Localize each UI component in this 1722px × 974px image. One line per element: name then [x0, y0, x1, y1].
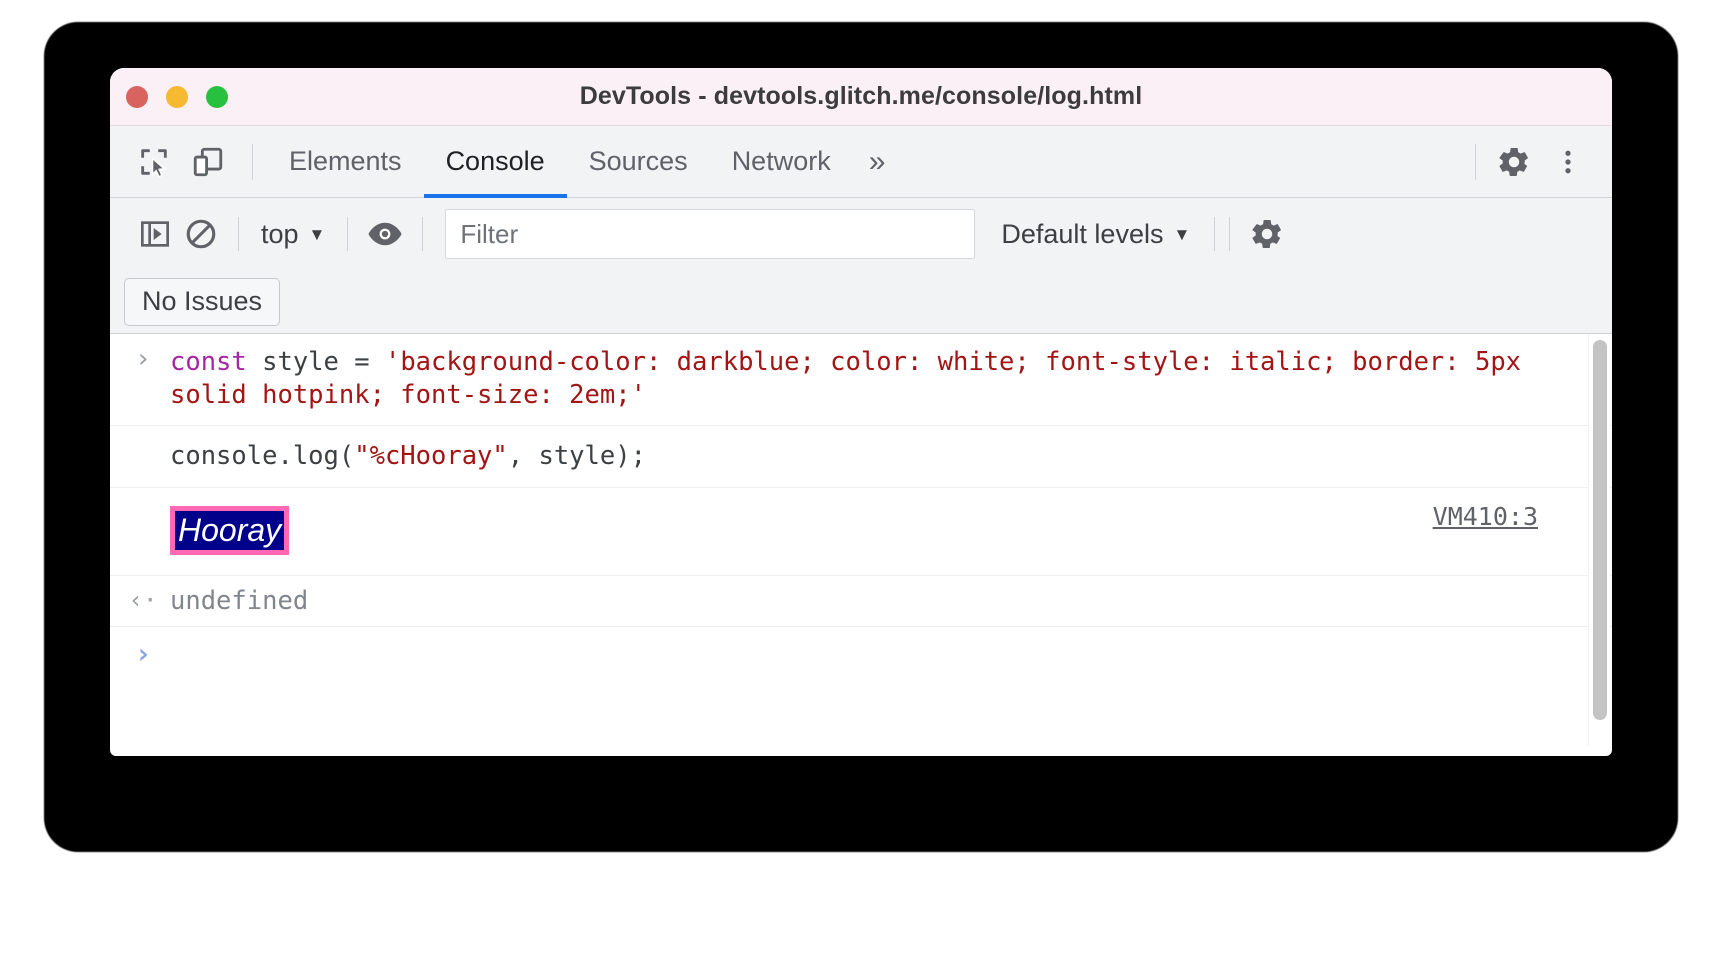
code-operator: = [354, 347, 385, 377]
input-prompt-icon: › [135, 344, 151, 374]
screenshot-root: DevTools - devtools.glitch.me/console/lo… [0, 0, 1722, 974]
source-link[interactable]: VM410:3 [1433, 502, 1538, 531]
traffic-lights [126, 85, 228, 108]
console-input-row[interactable]: › const style = 'background-color: darkb… [110, 334, 1612, 427]
console-filter-toolbar: top ▼ Default levels ▼ [110, 198, 1612, 270]
toolbar-right-group [1461, 138, 1598, 186]
code-format-string: "%cHooray" [354, 441, 508, 472]
title-bar: DevTools - devtools.glitch.me/console/lo… [110, 68, 1612, 126]
devtools-tab-bar: Elements Console Sources Network » [110, 126, 1612, 198]
code-call-end: , style); [507, 441, 646, 472]
log-levels-label: Default levels [1001, 218, 1164, 249]
chevron-down-icon: ▼ [1173, 224, 1191, 244]
panel-tabs: Elements Console Sources Network » [267, 126, 902, 198]
more-tabs-chevron-icon[interactable]: » [853, 126, 902, 197]
log-levels-select[interactable]: Default levels ▼ [1001, 219, 1190, 250]
clear-console-icon[interactable] [178, 211, 224, 257]
execution-context-label: top [261, 218, 299, 249]
tab-network-label: Network [731, 146, 831, 176]
filter-divider-5 [1229, 217, 1231, 251]
vertical-dots-icon[interactable] [1544, 138, 1592, 186]
gear-icon[interactable] [1490, 138, 1538, 186]
execution-context-select[interactable]: top ▼ [253, 219, 333, 250]
filter-input[interactable] [445, 209, 976, 259]
filter-divider-1 [238, 217, 239, 251]
console-input-code: const style = 'background-color: darkblu… [170, 346, 1612, 411]
code-keyword: const [170, 347, 263, 377]
no-issues-button[interactable]: No Issues [124, 277, 281, 326]
inspect-element-icon[interactable] [130, 138, 178, 186]
console-settings-gear-icon[interactable] [1244, 211, 1290, 257]
tab-network[interactable]: Network [710, 126, 853, 197]
window-title: DevTools - devtools.glitch.me/console/lo… [579, 82, 1143, 110]
tab-elements-label: Elements [289, 146, 402, 176]
minimize-button[interactable] [166, 85, 188, 108]
toolbar-divider-right [1475, 143, 1476, 180]
console-result-row[interactable]: ‹· undefined [110, 576, 1612, 627]
filter-divider-3 [422, 217, 424, 251]
tab-elements[interactable]: Elements [267, 126, 424, 197]
code-call-start: console.log( [170, 441, 355, 472]
close-button[interactable] [126, 85, 148, 108]
scrollbar-thumb[interactable] [1593, 340, 1607, 720]
tab-console-label: Console [445, 146, 545, 176]
filter-divider-4 [1214, 217, 1216, 251]
console-output[interactable]: › const style = 'background-color: darkb… [110, 334, 1612, 745]
maximize-button[interactable] [206, 85, 228, 108]
result-value: undefined [170, 585, 309, 616]
tab-sources-label: Sources [588, 146, 688, 176]
console-styled-output-row[interactable]: Hooray VM410:3 [110, 488, 1612, 576]
code-identifier: style [262, 347, 355, 377]
styled-log-output: Hooray [170, 505, 290, 555]
tab-console[interactable]: Console [423, 126, 567, 198]
issues-bar: No Issues [110, 270, 1612, 334]
chevron-down-icon: ▼ [308, 224, 326, 244]
devtools-window: DevTools - devtools.glitch.me/console/lo… [110, 68, 1612, 756]
console-sidebar-icon[interactable] [132, 211, 178, 257]
console-scrollbar[interactable] [1588, 334, 1610, 745]
result-arrow-icon: ‹· [128, 585, 158, 614]
console-log-call-row[interactable]: console.log("%cHooray", style); [110, 426, 1612, 488]
device-toolbar-icon[interactable] [184, 138, 232, 186]
prompt-chevron-icon: › [134, 636, 152, 670]
tab-sources[interactable]: Sources [567, 126, 710, 197]
filter-divider-2 [347, 217, 349, 251]
live-expression-eye-icon[interactable] [362, 211, 408, 257]
console-log-code: console.log("%cHooray", style); [170, 440, 1612, 473]
toolbar-divider [252, 143, 253, 180]
console-prompt-row[interactable]: › [110, 627, 1612, 670]
